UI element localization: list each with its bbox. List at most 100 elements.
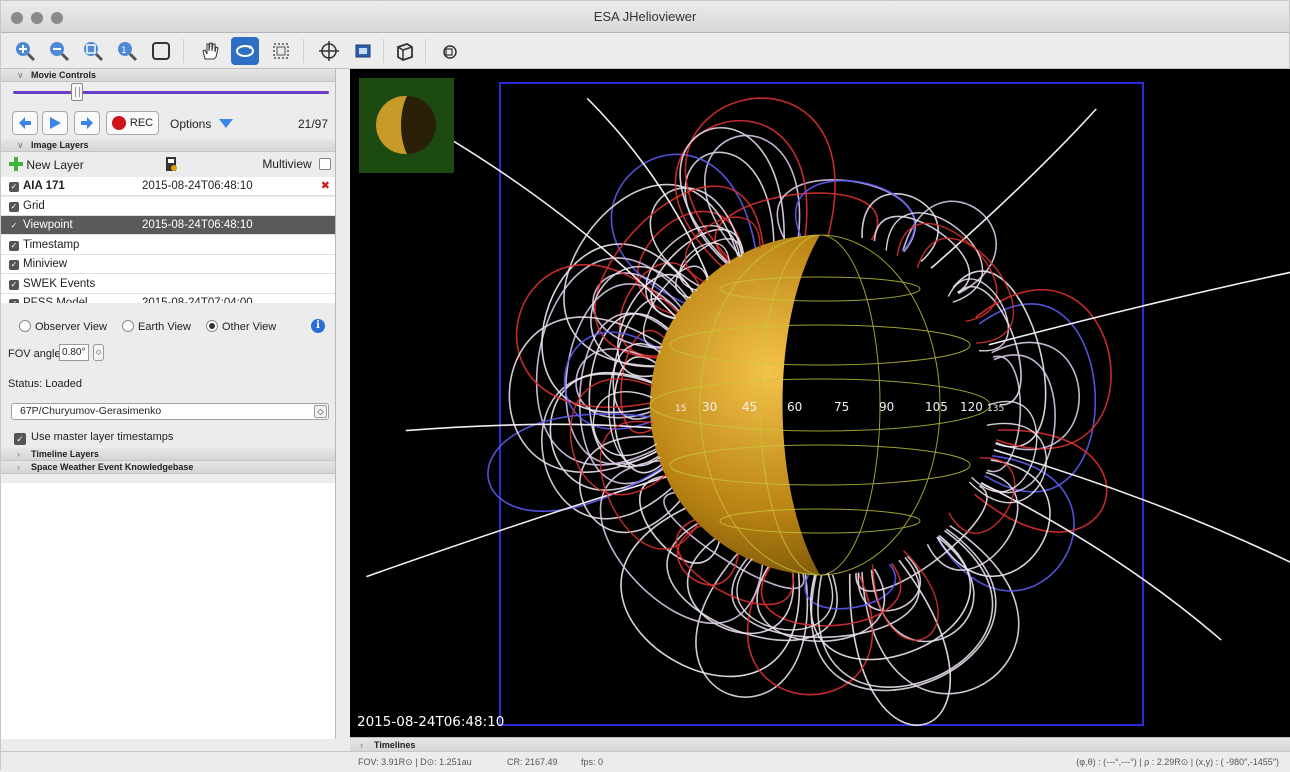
- layer-row[interactable]: ✓ Miniview: [1, 255, 335, 274]
- chevron-right-icon: ›: [360, 740, 363, 750]
- movie-slider-thumb[interactable]: [71, 83, 83, 101]
- layer-name: Timestamp: [23, 238, 80, 251]
- zoom-in-button[interactable]: [11, 37, 39, 65]
- image-layers-header[interactable]: ∨ Image Layers: [1, 139, 335, 152]
- options-dropdown[interactable]: Options: [170, 117, 234, 131]
- left-panel: ∨ Movie Controls REC Options 21/97 ∨ Ima…: [1, 69, 336, 739]
- status-text: Status: Loaded: [8, 378, 83, 390]
- pfss-field-visualization: 15 30 45 60 75 90 105 120 135: [366, 82, 1290, 726]
- layer-name: Viewpoint: [23, 219, 73, 231]
- field-line: [508, 316, 664, 473]
- fov-label: FOV angle: [8, 348, 61, 360]
- image-button[interactable]: [349, 37, 377, 65]
- hand-icon: [202, 42, 219, 60]
- triangle-down-icon: [218, 119, 233, 128]
- field-line: [487, 413, 665, 512]
- observer-view-radio[interactable]: Observer View: [19, 320, 107, 333]
- arrow-right-icon: [81, 117, 93, 129]
- status-bar: FOV: 3.91R⊙ | D⊙: 1.251au CR: 2167.49 fp…: [1, 751, 1290, 771]
- reset-view-button[interactable]: [435, 37, 463, 65]
- svg-text:1: 1: [121, 46, 127, 56]
- fps-readout: fps: 0: [581, 757, 604, 767]
- open-field-line: [968, 476, 1222, 641]
- cube-button[interactable]: [391, 37, 419, 65]
- timeline-layers-header[interactable]: › Timeline Layers: [1, 448, 335, 461]
- layer-visibility-checkbox[interactable]: ✓: [9, 260, 19, 270]
- app-window: ESA JHelioviewer 1 ∨ Movie Controls REC …: [0, 0, 1290, 771]
- new-layer-button[interactable]: New Layer: [9, 157, 84, 172]
- window-title: ESA JHelioviewer: [593, 9, 697, 24]
- chevron-down-icon: ∨: [17, 140, 24, 150]
- info-icon[interactable]: i: [311, 319, 325, 333]
- layer-name: SWEK Events: [23, 277, 96, 290]
- chevron-updown-icon: ◇: [314, 405, 327, 418]
- chevron-right-icon: ›: [17, 449, 20, 459]
- layer-visibility-checkbox[interactable]: ✓: [9, 221, 19, 231]
- movie-slider-track[interactable]: [13, 91, 329, 94]
- grid-longitude-label: 135: [987, 404, 1004, 414]
- toolbar: 1: [1, 33, 1289, 69]
- zoom-1to1-button[interactable]: 1: [113, 37, 141, 65]
- next-frame-button[interactable]: [74, 111, 100, 135]
- layer-row[interactable]: ✓ Timestamp: [1, 235, 335, 255]
- layer-row[interactable]: ✓ Viewpoint 2015-08-24T06:48:10: [1, 216, 335, 235]
- reset-view-icon: [443, 45, 457, 59]
- miniview-sun: [376, 96, 436, 154]
- other-view-radio[interactable]: Other View: [206, 320, 276, 333]
- target-select[interactable]: 67P/Churyumov-Gerasimenko ◇: [11, 403, 329, 420]
- layer-visibility-checkbox[interactable]: ✓: [9, 182, 19, 192]
- layer-row[interactable]: ✓ AIA 171 2015-08-24T06:48:10 ✖: [1, 177, 335, 196]
- layer-name: Grid: [23, 199, 45, 212]
- radio-icon: [19, 320, 31, 332]
- movie-controls-header[interactable]: ∨ Movie Controls: [1, 69, 335, 82]
- layer-row[interactable]: ✓ Grid: [1, 196, 335, 216]
- layer-timestamp: 2015-08-24T06:48:10: [142, 180, 253, 192]
- previous-frame-button[interactable]: [12, 111, 38, 135]
- cursor-coordinates: (φ,θ) : (---°,---°) | ρ : 2.29R⊙ | (x,y)…: [1076, 757, 1279, 767]
- zoom-out-icon: [50, 42, 70, 62]
- zoom-fit-button[interactable]: [79, 37, 107, 65]
- toolbar-divider: [425, 39, 426, 63]
- layer-name: AIA 171: [23, 180, 65, 192]
- chevron-right-icon: ›: [17, 462, 20, 472]
- layer-row[interactable]: ✓ SWEK Events: [1, 274, 335, 294]
- layer-visibility-checkbox[interactable]: ✓: [9, 279, 19, 290]
- multiview-toggle[interactable]: Multiview: [262, 157, 331, 171]
- rectangle-select-button[interactable]: [147, 37, 175, 65]
- fov-readout: FOV: 3.91R⊙ | D⊙: 1.251au: [358, 757, 472, 767]
- grid-longitude-label: 90: [879, 400, 894, 414]
- miniview[interactable]: [359, 78, 454, 173]
- cube-icon: [397, 43, 413, 61]
- swek-header[interactable]: › Space Weather Event Knowledgebase: [1, 461, 335, 474]
- record-button[interactable]: REC: [106, 111, 159, 135]
- solar-viewer-canvas[interactable]: 15 30 45 60 75 90 105 120 135 2015-08-24T06:48:1…: [350, 69, 1290, 737]
- zoom-out-button[interactable]: [45, 37, 73, 65]
- download-layer-icon[interactable]: [164, 156, 178, 172]
- layer-visibility-checkbox[interactable]: ✓: [9, 240, 19, 251]
- annotate-button[interactable]: [267, 37, 295, 65]
- carrington-rotation: CR: 2167.49: [507, 757, 558, 767]
- layer-timestamp: 2015-08-24T06:48:10: [142, 219, 253, 231]
- play-button[interactable]: [42, 111, 68, 135]
- master-timestamps-option[interactable]: ✓ Use master layer timestamps: [14, 431, 173, 445]
- crosshair-button[interactable]: [315, 37, 343, 65]
- multiview-checkbox[interactable]: [319, 158, 331, 170]
- layer-visibility-checkbox[interactable]: ✓: [9, 201, 19, 212]
- pan-button[interactable]: [195, 37, 223, 65]
- remove-layer-icon[interactable]: ✖: [321, 177, 330, 196]
- checkbox-checked-icon[interactable]: ✓: [14, 433, 26, 445]
- grid-longitude-label: 30: [702, 400, 717, 414]
- rotate-icon: [236, 45, 254, 57]
- plus-icon: [9, 157, 23, 171]
- fov-stepper[interactable]: ◇: [93, 344, 104, 361]
- open-field-line: [979, 445, 1290, 563]
- fov-input[interactable]: 0.80°: [59, 344, 89, 361]
- toolbar-divider: [383, 39, 384, 63]
- timelines-header[interactable]: › Timelines: [350, 737, 1290, 751]
- rotate-button[interactable]: [231, 37, 259, 65]
- grid-longitude-label: 75: [834, 400, 849, 414]
- play-icon: [50, 117, 61, 129]
- toolbar-divider: [303, 39, 304, 63]
- earth-view-radio[interactable]: Earth View: [122, 320, 191, 333]
- arrow-left-icon: [19, 117, 31, 129]
